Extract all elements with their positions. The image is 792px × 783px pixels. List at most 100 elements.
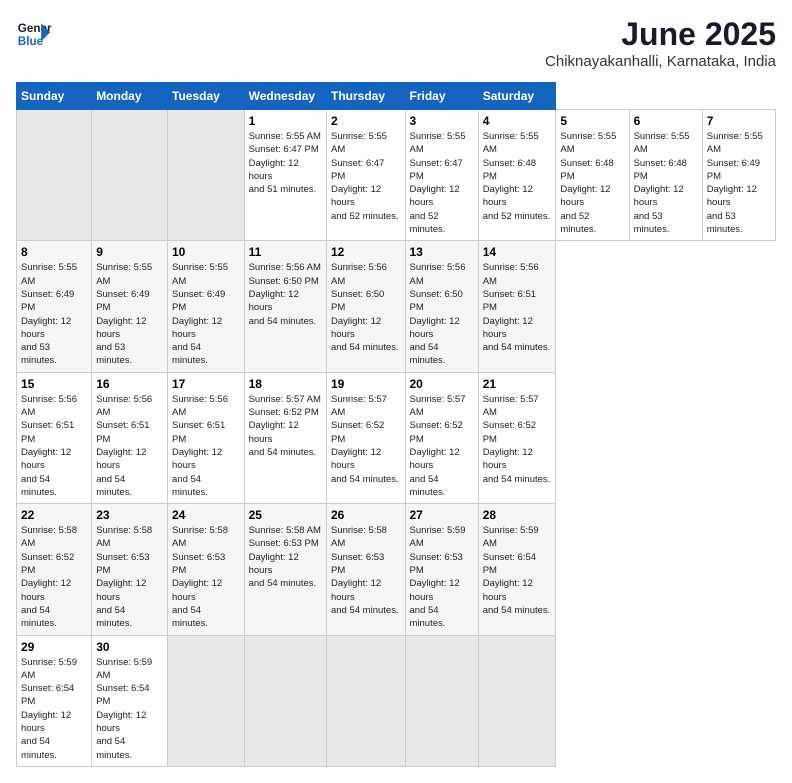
day-cell (478, 635, 556, 766)
calendar-subtitle: Chiknayakanhalli, Karnataka, India (545, 53, 776, 70)
svg-text:Blue: Blue (18, 35, 44, 48)
day-detail: Sunrise: 5:58 AMSunset: 6:53 PMDaylight:… (172, 524, 240, 630)
day-detail: Sunrise: 5:59 AMSunset: 6:54 PMDaylight:… (483, 524, 552, 617)
day-detail: Sunrise: 5:58 AMSunset: 6:53 PMDaylight:… (331, 524, 401, 617)
title-area: June 2025 Chiknayakanhalli, Karnataka, I… (545, 16, 776, 70)
day-number: 2 (331, 114, 401, 128)
day-number: 12 (331, 245, 401, 259)
day-detail: Sunrise: 5:57 AMSunset: 6:52 PMDaylight:… (331, 393, 401, 486)
day-cell: 18Sunrise: 5:57 AMSunset: 6:52 PMDayligh… (244, 372, 326, 503)
week-row-3: 15 Sunrise: 5:56 AMSunset: 6:51 PMDayligh… (17, 372, 776, 503)
day-detail: Sunrise: 5:55 AMSunset: 6:48 PMDaylight:… (634, 130, 698, 236)
day-cell: 30 Sunrise: 5:59 AMSunset: 6:54 PMDayligh… (92, 635, 168, 766)
day-number: 28 (483, 508, 552, 522)
day-number: 16 (96, 377, 163, 391)
header-cell-tuesday: Tuesday (168, 83, 245, 110)
day-detail: Sunrise: 5:59 AMSunset: 6:54 PMDaylight:… (21, 656, 87, 762)
day-number: 25 (249, 508, 322, 522)
day-cell (244, 635, 326, 766)
day-detail: Sunrise: 5:56 AMSunset: 6:50 PMDaylight:… (410, 261, 474, 367)
day-cell (405, 635, 478, 766)
day-detail: Sunrise: 5:58 AMSunset: 6:53 PMDaylight:… (96, 524, 163, 630)
day-detail: Sunrise: 5:55 AMSunset: 6:49 PMDaylight:… (172, 261, 240, 367)
day-cell: 25 Sunrise: 5:58 AMSunset: 6:53 PMDayligh… (244, 504, 326, 635)
day-cell: 24 Sunrise: 5:58 AMSunset: 6:53 PMDayligh… (168, 504, 245, 635)
day-cell: 22 Sunrise: 5:58 AMSunset: 6:52 PMDayligh… (17, 504, 92, 635)
day-cell: 21Sunrise: 5:57 AMSunset: 6:52 PMDayligh… (478, 372, 556, 503)
day-number: 23 (96, 508, 163, 522)
day-cell: 13 Sunrise: 5:56 AMSunset: 6:50 PMDayligh… (405, 241, 478, 372)
day-detail: Sunrise: 5:56 AMSunset: 6:51 PMDaylight:… (172, 393, 240, 499)
calendar-table: SundayMondayTuesdayWednesdayThursdayFrid… (16, 82, 776, 767)
day-cell: 15 Sunrise: 5:56 AMSunset: 6:51 PMDayligh… (17, 372, 92, 503)
day-detail: Sunrise: 5:55 AMSunset: 6:49 PMDaylight:… (21, 261, 87, 367)
header-row: SundayMondayTuesdayWednesdayThursdayFrid… (17, 83, 776, 110)
day-cell: 28 Sunrise: 5:59 AMSunset: 6:54 PMDayligh… (478, 504, 556, 635)
week-row-1: 1Sunrise: 5:55 AMSunset: 6:47 PMDaylight… (17, 110, 776, 241)
day-detail: Sunrise: 5:56 AMSunset: 6:51 PMDaylight:… (483, 261, 552, 354)
day-cell: 29 Sunrise: 5:59 AMSunset: 6:54 PMDayligh… (17, 635, 92, 766)
day-number: 30 (96, 640, 163, 654)
logo: General Blue (16, 16, 52, 52)
day-detail: Sunrise: 5:56 AMSunset: 6:51 PMDaylight:… (21, 393, 87, 499)
calendar-title: June 2025 (545, 16, 776, 53)
day-cell: 3Sunrise: 5:55 AMSunset: 6:47 PMDaylight… (405, 110, 478, 241)
day-cell: 1Sunrise: 5:55 AMSunset: 6:47 PMDaylight… (244, 110, 326, 241)
day-cell (168, 110, 245, 241)
header-cell-saturday: Saturday (478, 83, 556, 110)
day-detail: Sunrise: 5:56 AMSunset: 6:51 PMDaylight:… (96, 393, 163, 499)
day-detail: Sunrise: 5:57 AMSunset: 6:52 PMDaylight:… (410, 393, 474, 499)
day-number: 4 (483, 114, 552, 128)
week-row-4: 22 Sunrise: 5:58 AMSunset: 6:52 PMDayligh… (17, 504, 776, 635)
day-cell: 27Sunrise: 5:59 AMSunset: 6:53 PMDayligh… (405, 504, 478, 635)
day-detail: Sunrise: 5:56 AMSunset: 6:50 PMDaylight:… (331, 261, 401, 354)
day-number: 10 (172, 245, 240, 259)
header: General Blue June 2025 Chiknayakanhalli,… (16, 16, 776, 70)
day-detail: Sunrise: 5:55 AMSunset: 6:49 PMDaylight:… (707, 130, 771, 236)
day-number: 15 (21, 377, 87, 391)
day-number: 7 (707, 114, 771, 128)
day-cell: 14Sunrise: 5:56 AMSunset: 6:51 PMDayligh… (478, 241, 556, 372)
day-number: 1 (249, 114, 322, 128)
logo-icon: General Blue (16, 16, 52, 52)
day-cell (168, 635, 245, 766)
day-cell: 23 Sunrise: 5:58 AMSunset: 6:53 PMDayligh… (92, 504, 168, 635)
day-cell: 26Sunrise: 5:58 AMSunset: 6:53 PMDayligh… (326, 504, 405, 635)
day-cell: 11 Sunrise: 5:56 AMSunset: 6:50 PMDayligh… (244, 241, 326, 372)
day-cell: 6 Sunrise: 5:55 AMSunset: 6:48 PMDaylight… (629, 110, 702, 241)
day-cell: 10 Sunrise: 5:55 AMSunset: 6:49 PMDayligh… (168, 241, 245, 372)
day-number: 3 (410, 114, 474, 128)
day-number: 24 (172, 508, 240, 522)
day-cell: 17Sunrise: 5:56 AMSunset: 6:51 PMDayligh… (168, 372, 245, 503)
day-detail: Sunrise: 5:58 AMSunset: 6:52 PMDaylight:… (21, 524, 87, 630)
day-cell (17, 110, 92, 241)
week-row-2: 8 Sunrise: 5:55 AMSunset: 6:49 PMDaylight… (17, 241, 776, 372)
day-cell: 16 Sunrise: 5:56 AMSunset: 6:51 PMDayligh… (92, 372, 168, 503)
header-cell-wednesday: Wednesday (244, 83, 326, 110)
day-number: 8 (21, 245, 87, 259)
day-detail: Sunrise: 5:59 AMSunset: 6:54 PMDaylight:… (96, 656, 163, 762)
day-number: 20 (410, 377, 474, 391)
day-number: 5 (560, 114, 624, 128)
day-number: 18 (249, 377, 322, 391)
day-detail: Sunrise: 5:55 AMSunset: 6:49 PMDaylight:… (96, 261, 163, 367)
day-cell: 2Sunrise: 5:55 AMSunset: 6:47 PMDaylight… (326, 110, 405, 241)
day-detail: Sunrise: 5:58 AMSunset: 6:53 PMDaylight:… (249, 524, 322, 590)
day-cell: 7 Sunrise: 5:55 AMSunset: 6:49 PMDaylight… (702, 110, 775, 241)
day-number: 29 (21, 640, 87, 654)
day-cell: 9Sunrise: 5:55 AMSunset: 6:49 PMDaylight… (92, 241, 168, 372)
day-number: 21 (483, 377, 552, 391)
day-cell: 8 Sunrise: 5:55 AMSunset: 6:49 PMDaylight… (17, 241, 92, 372)
day-detail: Sunrise: 5:56 AMSunset: 6:50 PMDaylight:… (249, 261, 322, 327)
header-cell-thursday: Thursday (326, 83, 405, 110)
day-number: 22 (21, 508, 87, 522)
day-number: 19 (331, 377, 401, 391)
day-cell: 12 Sunrise: 5:56 AMSunset: 6:50 PMDayligh… (326, 241, 405, 372)
day-detail: Sunrise: 5:59 AMSunset: 6:53 PMDaylight:… (410, 524, 474, 630)
day-detail: Sunrise: 5:55 AMSunset: 6:48 PMDaylight:… (483, 130, 552, 223)
day-number: 13 (410, 245, 474, 259)
day-cell: 20 Sunrise: 5:57 AMSunset: 6:52 PMDayligh… (405, 372, 478, 503)
header-cell-monday: Monday (92, 83, 168, 110)
day-number: 6 (634, 114, 698, 128)
day-number: 11 (249, 245, 322, 259)
